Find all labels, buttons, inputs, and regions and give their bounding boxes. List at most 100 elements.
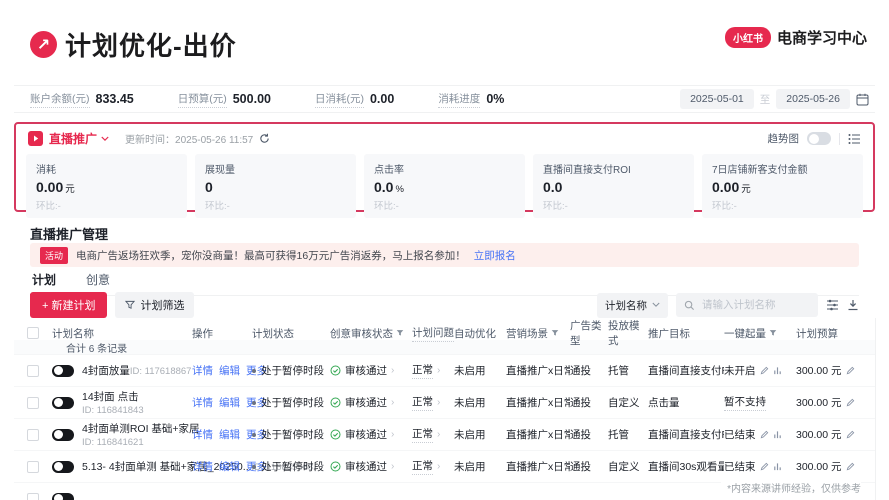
col-ad-type: 广告类型 xyxy=(570,318,608,348)
search-input[interactable] xyxy=(700,298,808,312)
plan-search xyxy=(676,293,818,317)
edit-pencil-icon[interactable] xyxy=(760,430,769,439)
trend-chart-toggle[interactable] xyxy=(807,132,831,145)
divider xyxy=(839,133,840,145)
chevron-right-icon[interactable]: › xyxy=(391,429,394,440)
row-checkbox[interactable] xyxy=(27,429,39,441)
auto-opt: 未启用 xyxy=(454,427,506,442)
search-field-select[interactable]: 计划名称 xyxy=(597,293,668,318)
ad-type: 通投 xyxy=(570,363,608,378)
status-dot xyxy=(252,465,256,469)
plan-budget: 300.00 元 xyxy=(796,363,842,378)
col-actions: 操作 xyxy=(192,326,213,341)
audit-status: 审核通过 xyxy=(345,363,387,378)
row-checkbox[interactable] xyxy=(27,493,39,500)
edit-pencil-icon[interactable] xyxy=(846,462,855,471)
chevron-right-icon[interactable]: › xyxy=(391,397,394,408)
table-header-row: 计划名称 操作 计划状态 创意审核状态 计划问题 自动优化 营销场景 广告类型 … xyxy=(14,318,875,340)
plan-budget: 300.00 元 xyxy=(796,427,842,442)
edit-pencil-icon[interactable] xyxy=(846,430,855,439)
page-header: ↗ 计划优化-出价 xyxy=(30,26,237,63)
plan-enable-toggle[interactable] xyxy=(52,365,74,377)
edit-pencil-icon[interactable] xyxy=(846,398,855,407)
select-all-checkbox[interactable] xyxy=(27,327,39,339)
detail-link[interactable]: 详情 xyxy=(192,395,213,410)
plan-id: ID: 116841843 xyxy=(82,405,144,416)
section-title: 直播推广管理 xyxy=(30,224,108,243)
xiaohongshu-badge: 小红书 xyxy=(725,27,771,48)
promo-goal: 直播间30s观看量 xyxy=(648,459,724,474)
chart-bars-icon[interactable] xyxy=(773,430,782,439)
edit-link[interactable]: 编辑 xyxy=(219,459,240,474)
table-row: 14封面 点击ID: 116841843 详情 编辑 更多 处于暂停时段 审核通… xyxy=(14,387,875,419)
row-checkbox[interactable] xyxy=(27,365,39,377)
plan-enable-toggle[interactable] xyxy=(52,461,74,473)
chevron-right-icon[interactable]: › xyxy=(391,365,394,376)
detail-link[interactable]: 详情 xyxy=(192,363,213,378)
refresh-icon[interactable] xyxy=(259,133,270,144)
edit-pencil-icon[interactable] xyxy=(760,366,769,375)
detail-link[interactable]: 详情 xyxy=(192,459,213,474)
date-start-input[interactable]: 2025-05-01 xyxy=(680,89,754,109)
filter-icon[interactable] xyxy=(396,329,404,337)
promo-goal: 直播间直接支付ROI xyxy=(648,427,724,442)
chevron-right-icon[interactable]: › xyxy=(437,429,440,440)
chevron-right-icon[interactable]: › xyxy=(437,365,440,376)
signup-link[interactable]: 立即报名 xyxy=(474,248,516,263)
promo-goal: 点击量 xyxy=(648,395,724,410)
overview-metrics: 消耗 0.00元 环比:- 展现量 0 环比:- 点击率 0.0% 环比:- 直… xyxy=(16,152,873,218)
plan-enable-toggle[interactable] xyxy=(52,397,74,409)
check-circle-icon xyxy=(330,461,341,472)
list-view-icon[interactable] xyxy=(848,133,861,145)
promo-type-selector[interactable]: 直播推广 xyxy=(49,130,109,147)
metric-value: 0.0 xyxy=(374,179,393,195)
new-plan-button[interactable]: + 新建计划 xyxy=(30,292,107,318)
table-toolbar: + 新建计划 计划筛选 计划名称 xyxy=(30,292,859,318)
edit-pencil-icon[interactable] xyxy=(846,366,855,375)
edit-link[interactable]: 编辑 xyxy=(219,395,240,410)
check-circle-icon xyxy=(330,429,341,440)
stat-account-balance: 账户余额(元) 833.45 xyxy=(30,91,134,108)
delivery-mode: 托管 xyxy=(608,427,648,442)
chevron-right-icon[interactable]: › xyxy=(391,461,394,472)
date-range-picker: 2025-05-01 至 2025-05-26 xyxy=(680,89,875,109)
filter-icon[interactable] xyxy=(769,329,777,337)
plan-issue: 正常 xyxy=(412,394,433,411)
metric-card-impressions: 展现量 0 环比:- xyxy=(195,154,356,218)
calendar-icon[interactable] xyxy=(856,93,869,106)
edit-link[interactable]: 编辑 xyxy=(219,363,240,378)
auto-opt: 未启用 xyxy=(454,363,506,378)
status-dot xyxy=(252,401,256,405)
metric-value: 0.0 xyxy=(543,179,562,195)
chevron-right-icon[interactable]: › xyxy=(437,461,440,472)
plan-filter-button[interactable]: 计划筛选 xyxy=(115,292,194,318)
edit-link[interactable]: 编辑 xyxy=(219,427,240,442)
check-circle-icon xyxy=(330,397,341,408)
metric-compare: 环比:- xyxy=(36,198,177,212)
filter-icon[interactable] xyxy=(551,329,559,337)
plan-status: 处于暂停时段 xyxy=(261,363,324,378)
row-checkbox[interactable] xyxy=(27,397,39,409)
row-checkbox[interactable] xyxy=(27,461,39,473)
plan-status: 处于暂停时段 xyxy=(261,395,324,410)
chart-bars-icon[interactable] xyxy=(773,366,782,375)
column-settings-icon[interactable] xyxy=(826,299,839,311)
plan-enable-toggle[interactable] xyxy=(52,493,74,500)
plan-name: 4封面单测ROI 基础+家居 xyxy=(82,423,200,435)
boost-status: 已结束 xyxy=(724,459,756,474)
metric-card-roi: 直播间直接支付ROI 0.0 环比:- xyxy=(533,154,694,218)
chevron-right-icon[interactable]: › xyxy=(437,397,440,408)
date-end-input[interactable]: 2025-05-26 xyxy=(776,89,850,109)
download-icon[interactable] xyxy=(847,299,859,311)
search-icon xyxy=(684,300,695,311)
stat-label: 账户余额(元) xyxy=(30,91,90,108)
col-delivery-mode: 投放模式 xyxy=(608,318,648,348)
plan-name: 14封面 点击 xyxy=(82,391,139,403)
chart-bars-icon[interactable] xyxy=(773,462,782,471)
metric-compare: 环比:- xyxy=(543,198,684,212)
edit-pencil-icon[interactable] xyxy=(760,462,769,471)
audit-status: 审核通过 xyxy=(345,395,387,410)
plan-enable-toggle[interactable] xyxy=(52,429,74,441)
boost-status: 未开启 xyxy=(724,363,756,378)
detail-link[interactable]: 详情 xyxy=(192,427,213,442)
